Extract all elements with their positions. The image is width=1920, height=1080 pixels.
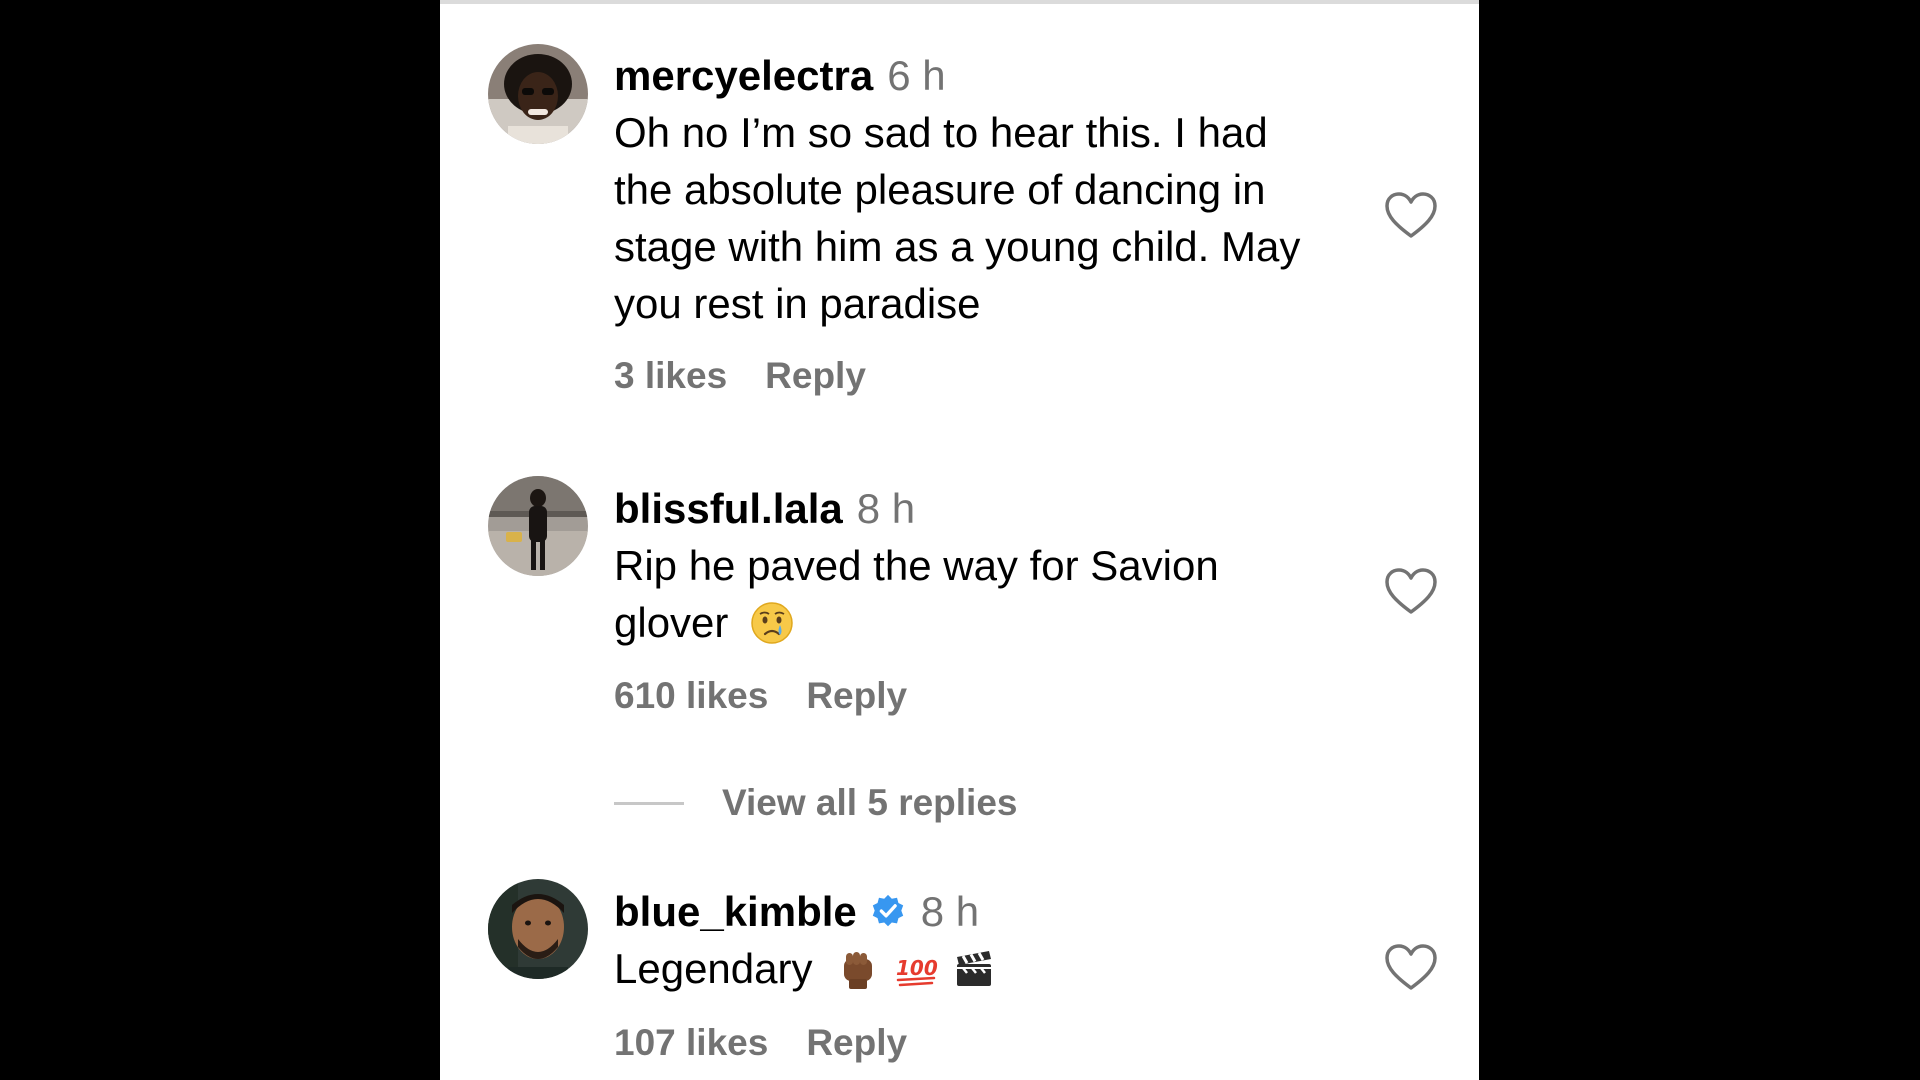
top-divider — [440, 0, 1479, 4]
timestamp[interactable]: 8 h — [921, 888, 979, 935]
comment-meta: 3 likes Reply — [614, 355, 866, 397]
reply-button[interactable]: Reply — [765, 355, 866, 396]
comment-text-line: Oh no I’m so sad to hear this. I had — [614, 109, 1268, 156]
username-link[interactable]: blissful.lala — [614, 485, 843, 532]
verified-badge-icon — [872, 894, 903, 927]
timestamp[interactable]: 8 h — [857, 485, 915, 532]
raised-fist-emoji — [844, 952, 873, 989]
avatar[interactable] — [488, 44, 588, 144]
heart-icon[interactable] — [1384, 943, 1438, 993]
timestamp[interactable]: 6 h — [887, 52, 945, 99]
avatar-image — [488, 879, 588, 979]
reply-button[interactable]: Reply — [806, 1022, 907, 1063]
likes-count[interactable]: 610 likes — [614, 675, 768, 716]
comment-meta: 610 likes Reply — [614, 675, 907, 717]
heart-icon[interactable] — [1384, 567, 1438, 617]
heart-icon[interactable] — [1384, 191, 1438, 241]
comment-header: mercyelectra 6 h — [614, 48, 1364, 104]
comment-header: blissful.lala 8 h — [614, 481, 1364, 537]
comment-text-fragment: glover — [614, 599, 729, 646]
comments-panel: mercyelectra 6 h Oh no I’m so sad to hear… — [440, 0, 1479, 1080]
hundred-points-emoji: 100 — [896, 956, 938, 987]
comment-text-line: Legendary — [614, 945, 813, 992]
username-link[interactable]: blue_kimble — [614, 888, 857, 935]
svg-text:100: 100 — [896, 956, 938, 980]
reply-button[interactable]: Reply — [806, 675, 907, 716]
replies-divider-line — [614, 801, 684, 805]
avatar-image — [488, 476, 588, 576]
view-replies-label: View all 5 replies — [722, 782, 1018, 823]
clapper-board-emoji — [956, 951, 991, 986]
avatar-image — [488, 44, 588, 144]
avatar[interactable] — [488, 879, 588, 979]
comment-text: Oh no I’m so sad to hear this. I had the… — [614, 104, 1364, 332]
comment-meta: 107 likes Reply — [614, 1022, 907, 1064]
likes-count[interactable]: 107 likes — [614, 1022, 768, 1063]
username-link[interactable]: mercyelectra — [614, 52, 873, 99]
comment-text-line: glover — [614, 594, 1364, 651]
comment-header: blue_kimble 8 h — [614, 884, 1364, 940]
comment-text-line: the absolute pleasure of dancing in — [614, 166, 1266, 213]
comment-text-line: you rest in paradise — [614, 280, 981, 327]
comment-text: Legendary 100 — [614, 940, 1364, 997]
comment-text: Rip he paved the way for Savion glover — [614, 537, 1364, 651]
view-replies-button[interactable]: View all 5 replies — [614, 778, 1018, 828]
avatar[interactable] — [488, 476, 588, 576]
likes-count[interactable]: 3 likes — [614, 355, 727, 396]
crying-face-emoji — [751, 602, 793, 644]
comment-text-line: Rip he paved the way for Savion — [614, 542, 1219, 589]
comment-text-line: stage with him as a young child. May — [614, 223, 1301, 270]
